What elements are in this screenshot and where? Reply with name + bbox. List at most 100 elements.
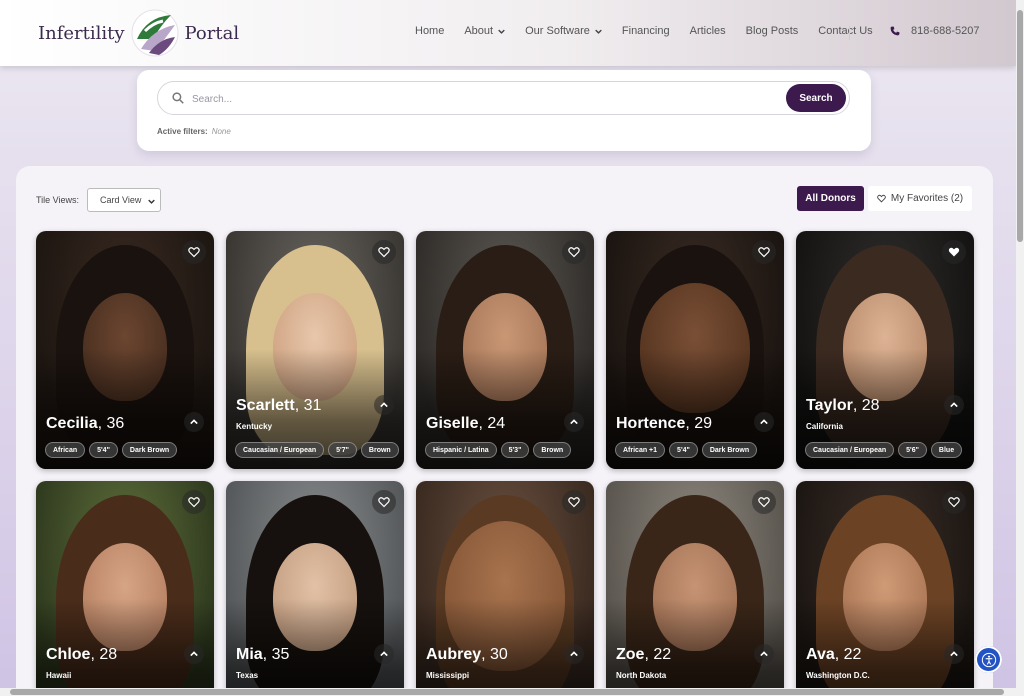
donor-name: Zoe, 22 (616, 646, 671, 664)
chevron-down-icon (148, 199, 155, 204)
expand-button[interactable] (944, 644, 964, 664)
donor-tags: African +1 5'4" Dark Brown (615, 442, 761, 458)
donor-age: , 24 (478, 415, 506, 432)
donor-card[interactable]: Giselle, 24 Hispanic / Latina 5'3" Brown (416, 231, 594, 469)
nav-divider (849, 26, 850, 40)
donor-name: Ava, 22 (806, 646, 861, 664)
donor-location: North Dakota (616, 671, 667, 680)
site-logo[interactable]: Infertility Portal (38, 9, 239, 57)
tag-ethnicity: African +1 (615, 442, 666, 458)
heart-outline-icon (378, 247, 390, 258)
nav-articles[interactable]: Articles (690, 25, 726, 37)
tile-view-selected: Card View (100, 195, 142, 205)
favorite-button[interactable] (562, 240, 586, 264)
favorite-button[interactable] (182, 490, 206, 514)
donor-card[interactable]: Zoe, 22 North Dakota (606, 481, 784, 696)
nav-contact-us[interactable]: Contact Us (818, 25, 872, 37)
site-header: Infertility Portal Home About Our Softwa… (0, 0, 1016, 66)
donor-age: , 28 (90, 646, 118, 663)
nav-about[interactable]: About (464, 25, 505, 37)
donor-tags: Caucasian / European 5'6" Blue (805, 442, 966, 458)
donor-name: Giselle, 24 (426, 415, 505, 433)
favorite-button[interactable] (372, 490, 396, 514)
donor-first-name: Aubrey (426, 646, 482, 663)
expand-button[interactable] (754, 644, 774, 664)
tag-eye-color: Blue (930, 442, 963, 458)
donor-name: Taylor, 28 (806, 397, 880, 415)
nav-financing[interactable]: Financing (622, 25, 670, 37)
donor-name: Mia, 35 (236, 646, 289, 664)
donor-card[interactable]: Ava, 22 Washington D.C. (796, 481, 974, 696)
favorite-button[interactable] (562, 490, 586, 514)
tag-ethnicity: Caucasian / European (235, 442, 325, 458)
donor-name: Cecilia, 36 (46, 415, 124, 433)
nav-label: Home (415, 25, 445, 37)
expand-button[interactable] (374, 644, 394, 664)
expand-button[interactable] (184, 412, 204, 432)
donor-first-name: Hortence (616, 415, 686, 432)
my-favorites-label: My Favorites (2) (890, 193, 964, 204)
favorite-button[interactable] (942, 490, 966, 514)
nav-blog-posts[interactable]: Blog Posts (746, 25, 799, 37)
favorite-button[interactable] (752, 240, 776, 264)
chevron-down-icon (595, 29, 602, 34)
donor-card[interactable]: Mia, 35 Texas (226, 481, 404, 696)
donor-name: Chloe, 28 (46, 646, 117, 664)
donor-name: Aubrey, 30 (426, 646, 508, 664)
donor-card[interactable]: Chloe, 28 Hawaii (36, 481, 214, 696)
donor-age: , 35 (262, 646, 290, 663)
search-input[interactable] (192, 88, 772, 110)
donor-name: Scarlett, 31 (236, 397, 321, 415)
chevron-up-icon (190, 651, 198, 657)
phone-number: 818-688-5207 (911, 25, 980, 37)
nav-our-software[interactable]: Our Software (525, 25, 602, 37)
chevron-up-icon (760, 651, 768, 657)
tag-eye-color: Dark Brown (121, 442, 178, 458)
favorite-button[interactable] (182, 240, 206, 264)
expand-button[interactable] (374, 395, 394, 415)
favorite-button[interactable] (752, 490, 776, 514)
chevron-up-icon (950, 402, 958, 408)
donor-age: , 29 (685, 415, 713, 432)
accessibility-button[interactable] (975, 646, 1002, 673)
expand-button[interactable] (564, 412, 584, 432)
nav-label: Our Software (525, 25, 590, 37)
heart-outline-icon (948, 497, 960, 508)
logo-text-left: Infertility (38, 22, 125, 44)
tag-height: 5'6" (898, 442, 927, 458)
active-filters-value: None (211, 127, 231, 136)
expand-button[interactable] (754, 412, 774, 432)
nav-label: About (464, 25, 494, 37)
nav-home[interactable]: Home (415, 25, 444, 37)
active-filters: Active filters: None (157, 127, 231, 136)
donor-card[interactable]: Cecilia, 36 African 5'4" Dark Brown (36, 231, 214, 469)
phone-link[interactable]: 818-688-5207 (890, 25, 980, 37)
all-donors-button[interactable]: All Donors (797, 186, 864, 211)
donor-age: , 28 (852, 397, 880, 414)
active-filters-label: Active filters: (157, 127, 208, 136)
heart-outline-icon (758, 247, 770, 258)
donor-first-name: Cecilia (46, 415, 98, 432)
donor-card[interactable]: Scarlett, 31 Kentucky Caucasian / Europe… (226, 231, 404, 469)
favorite-button[interactable] (942, 240, 966, 264)
donor-card[interactable]: Aubrey, 30 Mississippi (416, 481, 594, 696)
expand-button[interactable] (564, 644, 584, 664)
heart-outline-icon (568, 497, 580, 508)
donor-card[interactable]: Hortence, 29 African +1 5'4" Dark Brown (606, 231, 784, 469)
heart-outline-icon (188, 497, 200, 508)
vertical-scrollbar-thumb[interactable] (1017, 10, 1023, 242)
tag-eye-color: Brown (533, 442, 572, 458)
tile-view-select[interactable]: Card View (87, 188, 162, 212)
horizontal-scrollbar-thumb[interactable] (10, 689, 1004, 695)
donor-tags: Hispanic / Latina 5'3" Brown (425, 442, 575, 458)
my-favorites-button[interactable]: My Favorites (2) (868, 186, 972, 211)
heart-outline-icon (568, 247, 580, 258)
donor-card[interactable]: Taylor, 28 California Caucasian / Europe… (796, 231, 974, 469)
tag-height: 5'3" (500, 442, 530, 458)
search-button[interactable]: Search (786, 84, 846, 112)
favorite-button[interactable] (372, 240, 396, 264)
tag-height: 5'4" (669, 442, 698, 458)
expand-button[interactable] (944, 395, 964, 415)
donor-location: Washington D.C. (806, 671, 870, 680)
expand-button[interactable] (184, 644, 204, 664)
